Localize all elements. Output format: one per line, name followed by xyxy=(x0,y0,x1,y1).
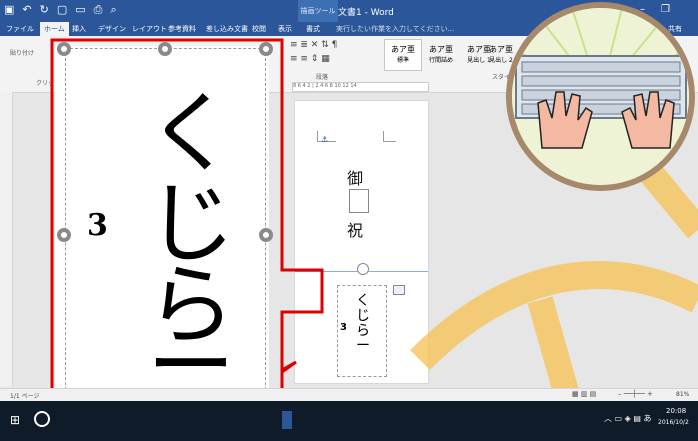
clock-date[interactable]: 2016/10/2 xyxy=(658,419,689,426)
system-tray-icons[interactable]: ︿ ▭ ◈ ▤ あ xyxy=(604,413,651,424)
view-buttons[interactable]: ▦ ▥ ▤ xyxy=(572,390,596,398)
zoom-level[interactable]: 81% xyxy=(676,391,689,398)
status-bar: 1/1 ページ ▦ ▥ ▤ – ──┼── + 81% xyxy=(0,388,698,402)
page-indicator[interactable]: 1/1 ページ xyxy=(10,391,39,400)
keyboard-hands-inset xyxy=(506,2,695,191)
taskbar: ⊞ ︿ ▭ ◈ ▤ あ 20:08 2016/10/2 xyxy=(0,401,698,441)
zoom-slider[interactable]: – ──┼── + xyxy=(618,390,653,398)
word-taskbar-icon[interactable] xyxy=(282,411,292,429)
clock-time[interactable]: 20:08 xyxy=(666,407,686,415)
keyboard-hands-illustration xyxy=(512,8,689,185)
windows-start-icon[interactable]: ⊞ xyxy=(10,413,20,427)
search-icon[interactable] xyxy=(34,411,50,427)
